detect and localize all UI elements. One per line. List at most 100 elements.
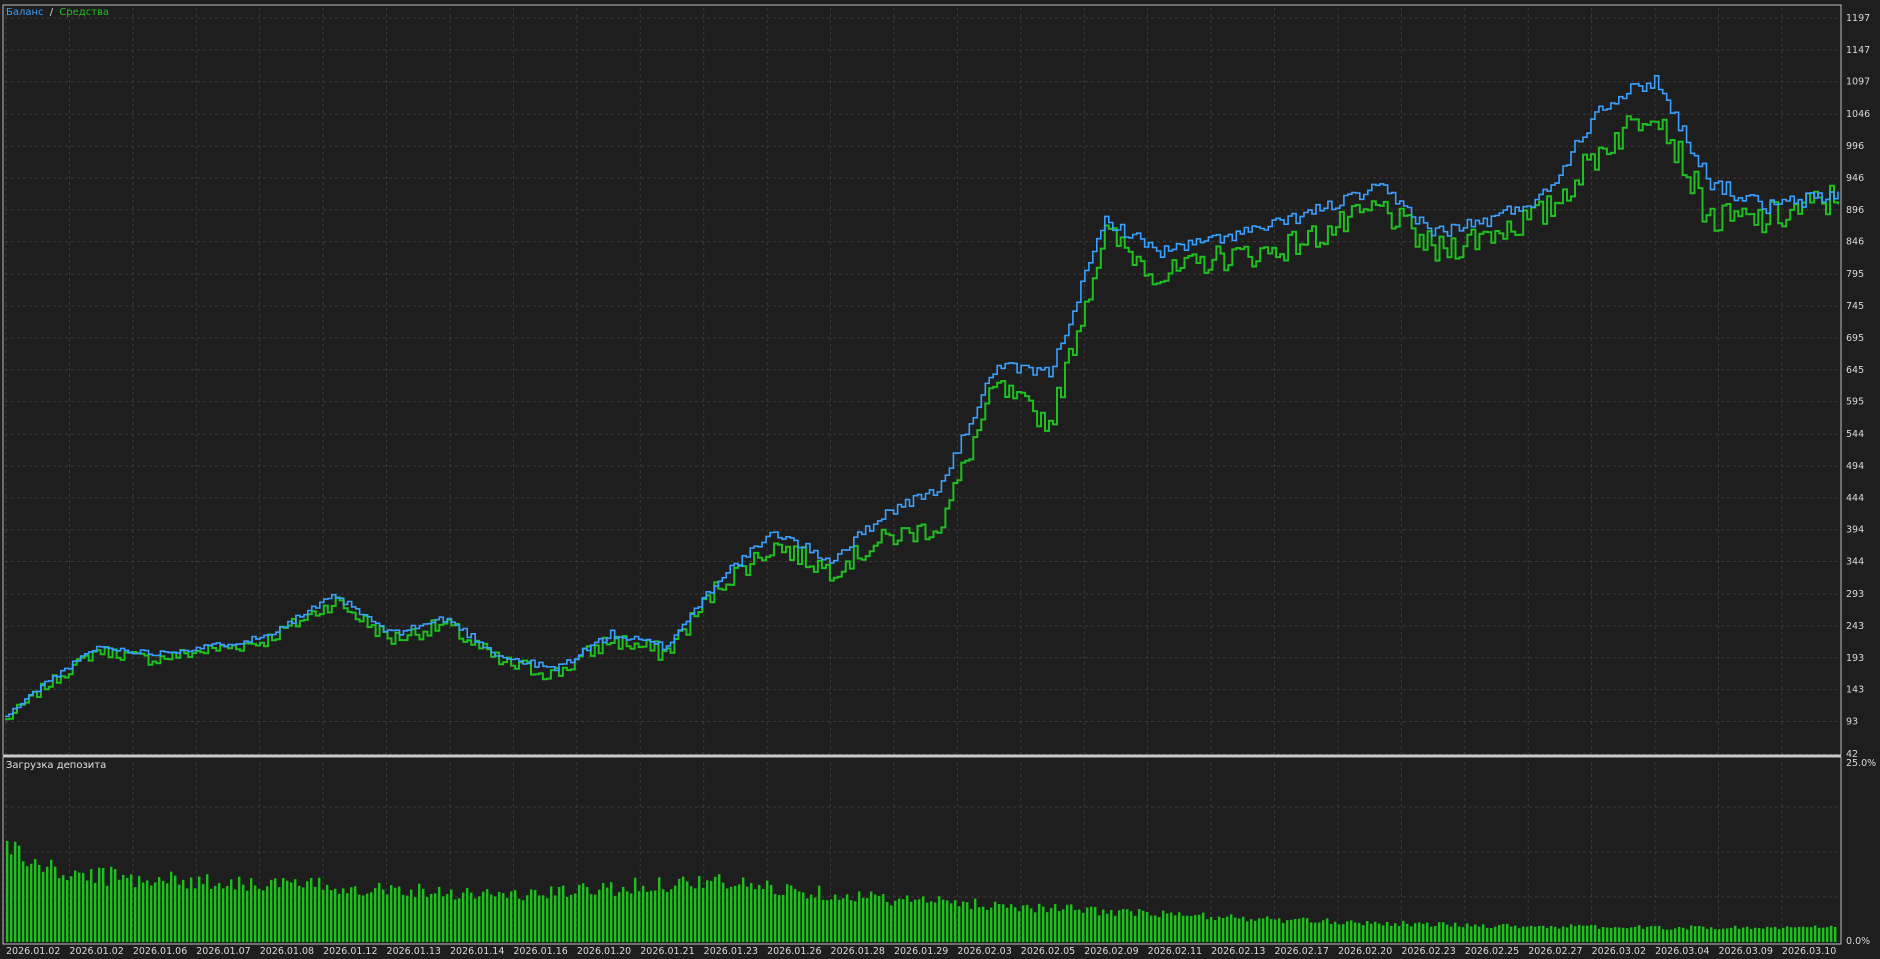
load-bar — [242, 884, 245, 942]
load-bar — [1254, 920, 1257, 942]
load-bar — [286, 880, 289, 942]
load-bar — [686, 881, 689, 942]
load-bar — [174, 875, 177, 942]
load-bar — [302, 887, 305, 942]
load-bar — [1670, 929, 1673, 942]
load-bar — [1402, 920, 1405, 942]
load-bar — [1194, 915, 1197, 942]
load-bar — [1226, 916, 1229, 942]
load-bar — [1078, 909, 1081, 942]
load-bar — [1430, 926, 1433, 942]
load-bar — [1438, 922, 1441, 942]
load-bar — [1534, 926, 1537, 942]
load-bar — [550, 886, 553, 942]
load-bar — [1150, 915, 1153, 942]
load-bar — [486, 889, 489, 942]
load-bar — [894, 900, 897, 942]
load-bar — [1390, 925, 1393, 942]
load-bar — [190, 877, 193, 942]
load-bar — [570, 894, 573, 942]
load-bar — [1290, 919, 1293, 942]
load-bar — [1714, 929, 1717, 942]
load-bar — [418, 883, 421, 942]
load-bar — [942, 899, 945, 942]
load-bar — [1622, 927, 1625, 942]
load-bar — [862, 897, 865, 942]
load-bar — [1754, 927, 1757, 942]
load-bar — [354, 886, 357, 942]
load-bar — [1042, 906, 1045, 942]
load-bar — [934, 902, 937, 942]
load-bar — [342, 888, 345, 942]
load-bar — [82, 872, 85, 942]
load-bar — [1626, 928, 1629, 942]
x-tick-label: 2026.02.20 — [1338, 946, 1392, 957]
load-bar — [1350, 920, 1353, 942]
load-bar — [98, 867, 101, 942]
load-bar — [1610, 927, 1613, 942]
load-bar — [1822, 927, 1825, 942]
load-bar — [1826, 927, 1829, 942]
load-bar — [1202, 912, 1205, 942]
load-bar — [1814, 925, 1817, 942]
load-bar — [798, 891, 801, 942]
load-bar — [786, 884, 789, 942]
load-bar — [1198, 914, 1201, 942]
load-bar — [918, 899, 921, 942]
load-bar — [870, 891, 873, 942]
load-bar — [738, 884, 741, 942]
load-bar — [1366, 921, 1369, 942]
load-tick-label: 0.0% — [1846, 936, 1870, 947]
load-bar — [1662, 929, 1665, 942]
load-bar — [54, 866, 57, 942]
load-bar — [206, 874, 209, 942]
y-tick-label: 996 — [1846, 141, 1864, 152]
load-bar — [362, 895, 365, 942]
load-bar — [66, 880, 69, 942]
load-bar — [926, 902, 929, 942]
load-bar — [806, 898, 809, 942]
load-bar — [986, 909, 989, 942]
load-bar — [1122, 909, 1125, 942]
load-bar — [770, 885, 773, 942]
load-bar — [1694, 926, 1697, 942]
load-bar — [322, 889, 325, 942]
x-tick-label: 2026.02.23 — [1401, 946, 1455, 957]
load-bar — [1166, 913, 1169, 942]
load-bar — [1698, 926, 1701, 942]
load-bar — [210, 888, 213, 942]
load-bar — [1566, 927, 1569, 942]
load-bar — [1810, 927, 1813, 942]
load-bar — [1094, 906, 1097, 942]
load-bar — [1506, 923, 1509, 942]
load-bar — [674, 885, 677, 942]
load-bar — [970, 908, 973, 942]
load-bar — [234, 889, 237, 942]
load-bar — [1530, 925, 1533, 942]
load-bar — [1082, 912, 1085, 942]
load-bar — [438, 887, 441, 942]
load-bar — [474, 898, 477, 942]
load-bar — [878, 895, 881, 942]
load-bar — [1158, 917, 1161, 942]
load-bar — [1426, 922, 1429, 942]
x-tick-label: 2026.03.09 — [1718, 946, 1772, 957]
load-bar — [1218, 916, 1221, 942]
load-bar — [670, 889, 673, 942]
load-bar — [102, 868, 105, 942]
load-bar — [1282, 922, 1285, 942]
load-bar — [1190, 916, 1193, 942]
load-bar — [606, 887, 609, 942]
load-bar — [1106, 913, 1109, 942]
load-bar — [690, 886, 693, 942]
load-bar — [742, 877, 745, 942]
load-bar — [1110, 910, 1113, 942]
load-bar — [518, 898, 521, 942]
time-axis: 2026.01.02 2026.01.02 2026.01.06 2026.01.07… — [6, 946, 1836, 957]
load-bar — [1686, 929, 1689, 942]
load-bar — [350, 887, 353, 942]
load-bar — [1434, 925, 1437, 942]
x-tick-label: 2026.02.05 — [1021, 946, 1075, 957]
load-bar — [1002, 904, 1005, 942]
load-bar — [14, 841, 17, 942]
